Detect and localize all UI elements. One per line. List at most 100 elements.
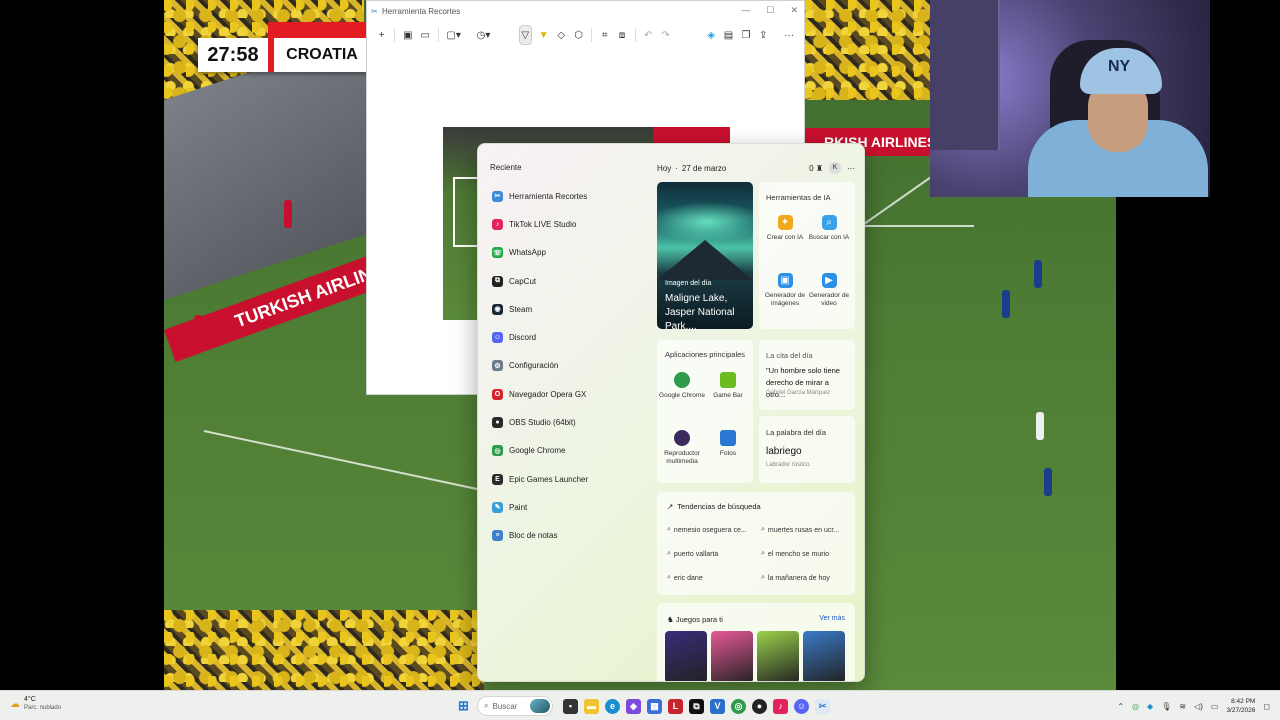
- app-l-icon[interactable]: L: [668, 698, 683, 714]
- copilot-icon[interactable]: ◈: [626, 698, 641, 714]
- aurora-graphic: [657, 202, 753, 242]
- top-app-item[interactable]: Google Chrome: [659, 372, 705, 400]
- word-of-day-card[interactable]: La palabra del día labriego Labrador rús…: [759, 416, 855, 483]
- video-mode-icon[interactable]: ▭: [421, 28, 430, 42]
- trophy-icon: ♜: [813, 163, 823, 173]
- game-tile[interactable]: [803, 631, 845, 681]
- recent-item[interactable]: E Epic Games Launcher: [492, 465, 652, 493]
- ai-tool-item[interactable]: ▶ Generador de video: [806, 273, 852, 308]
- more-options-button[interactable]: ···: [847, 164, 855, 173]
- volume-icon[interactable]: ◁): [1194, 702, 1203, 711]
- tray-app-icon[interactable]: ◆: [1147, 702, 1153, 711]
- new-snip-icon[interactable]: +: [377, 28, 386, 42]
- tiktok-icon[interactable]: ♪: [773, 698, 788, 714]
- file-explorer-icon[interactable]: ▬: [584, 698, 599, 714]
- wifi-icon[interactable]: ≋: [1179, 702, 1186, 711]
- top-app-item[interactable]: Fotos: [705, 430, 751, 458]
- see-more-link[interactable]: Ver más: [819, 615, 845, 622]
- recent-item[interactable]: O Navegador Opera GX: [492, 380, 652, 408]
- trend-item[interactable]: ⌕ puerto vallarta: [667, 546, 751, 562]
- copilot-icon[interactable]: ◈: [706, 28, 715, 42]
- ai-tool-item[interactable]: ▣ Generador de imágenes: [762, 273, 808, 308]
- game-tile[interactable]: [757, 631, 799, 681]
- recent-item[interactable]: ☺ Discord: [492, 323, 652, 351]
- webcam-overlay: NY: [930, 0, 1210, 197]
- trend-item[interactable]: ⌕ el mencho se murio: [761, 546, 845, 562]
- recent-item[interactable]: ● OBS Studio (64bit): [492, 408, 652, 436]
- top-app-item[interactable]: Game Bar: [705, 372, 751, 400]
- ai-tool-icon: ⌕: [821, 215, 837, 230]
- microphone-icon[interactable]: 🎙︎: [1161, 702, 1171, 711]
- image-of-day-card[interactable]: Imagen del día Maligne Lake, Jasper Nati…: [657, 182, 753, 329]
- player: [284, 200, 292, 228]
- recent-item-label: Herramienta Recortes: [509, 191, 588, 201]
- edge-icon[interactable]: e: [605, 698, 620, 714]
- battery-icon[interactable]: ▭: [1211, 702, 1219, 711]
- more-options-icon[interactable]: ···: [784, 28, 794, 42]
- tray-app-icon[interactable]: ◎: [1132, 702, 1139, 711]
- windows-start-icon[interactable]: ⊞: [456, 698, 471, 714]
- close-button[interactable]: ✕: [790, 5, 798, 16]
- trend-item[interactable]: ⌕ la mañanera de hoy: [761, 570, 845, 586]
- window-titlebar[interactable]: ✂ Herramienta Recortes: [367, 1, 804, 21]
- ai-tool-label: Buscar con IA: [808, 234, 850, 241]
- delay-icon[interactable]: ◷▾: [477, 28, 491, 42]
- save-icon[interactable]: ▤: [724, 28, 733, 42]
- notifications-icon[interactable]: ◻: [1263, 702, 1270, 711]
- maximize-button[interactable]: ☐: [766, 5, 774, 16]
- trend-item[interactable]: ⌕ eric dane: [667, 570, 751, 586]
- recent-item[interactable]: ◉ Steam: [492, 295, 652, 323]
- recent-item-label: TikTok LIVE Studio: [509, 219, 577, 229]
- shapes-icon[interactable]: ⬡: [574, 28, 583, 42]
- recent-item[interactable]: ♪ TikTok LIVE Studio: [492, 210, 652, 238]
- ai-tool-item[interactable]: ✦ Crear con IA: [762, 215, 808, 242]
- obs-icon[interactable]: ●: [752, 698, 767, 714]
- eraser-icon[interactable]: ◇: [556, 28, 565, 42]
- trends-header: ↗ Tendencias de búsqueda: [667, 502, 761, 511]
- taskbar-search[interactable]: ⌕ Buscar: [477, 696, 553, 716]
- discord-icon[interactable]: ☺: [794, 698, 809, 714]
- avatar[interactable]: K: [829, 162, 841, 174]
- trend-item[interactable]: ⌕ muertes rusas en ucr...: [761, 522, 845, 538]
- capcut-icon[interactable]: ⧉: [689, 698, 704, 714]
- task-view-icon[interactable]: ▪: [563, 698, 578, 714]
- recent-item[interactable]: ☏ WhatsApp: [492, 239, 652, 267]
- taskbar-clock[interactable]: 8:42 PM 3/27/2026: [1226, 697, 1255, 715]
- game-tile[interactable]: [665, 631, 707, 681]
- rewards-points[interactable]: 0 ♜: [809, 164, 823, 173]
- snip-shape-icon[interactable]: ▢▾: [446, 28, 460, 42]
- store-icon[interactable]: ▦: [647, 698, 662, 714]
- ballpoint-pen-icon[interactable]: ▽: [518, 25, 532, 45]
- undo-icon[interactable]: ↶: [643, 28, 652, 42]
- crop-icon[interactable]: ⌗: [600, 28, 609, 42]
- recent-item[interactable]: ✂ Herramienta Recortes: [492, 182, 652, 210]
- visual-studio-icon[interactable]: V: [710, 698, 725, 714]
- trend-item[interactable]: ⌕ nemesio oseguera ce...: [667, 522, 751, 538]
- scissors-icon: ✂: [371, 7, 378, 16]
- highlighter-icon[interactable]: ▼: [539, 28, 549, 42]
- weather-widget[interactable]: ☁ 4°C Parc. nublado: [10, 696, 61, 712]
- ai-tool-item[interactable]: ⌕ Buscar con IA: [806, 215, 852, 242]
- recent-item-label: Discord: [509, 333, 537, 343]
- screenshot-mode-icon[interactable]: ▣: [403, 28, 412, 42]
- quote-card[interactable]: La cita del día "Un hombre solo tiene de…: [759, 340, 855, 410]
- redo-icon[interactable]: ↷: [661, 28, 670, 42]
- snipping-tool-icon[interactable]: ✂: [815, 698, 830, 714]
- search-icon: ⌕: [667, 574, 671, 581]
- chrome-icon[interactable]: ◎: [731, 698, 746, 714]
- recent-item[interactable]: ⧉ CapCut: [492, 267, 652, 295]
- recent-item[interactable]: ✎ Paint: [492, 493, 652, 521]
- game-tile[interactable]: [711, 631, 753, 681]
- recent-item[interactable]: ◎ Google Chrome: [492, 437, 652, 465]
- share-icon[interactable]: ⇪: [759, 28, 768, 42]
- word-title: La palabra del día: [766, 428, 827, 437]
- ai-tools-card: Herramientas de IA ✦ Crear con IA ⌕ Buscar …: [759, 182, 855, 329]
- minimize-button[interactable]: —: [741, 5, 750, 16]
- copy-icon[interactable]: ❐: [741, 28, 750, 42]
- recent-item[interactable]: ≡ Bloc de notas: [492, 522, 652, 550]
- top-app-icon: [674, 430, 690, 446]
- top-app-item[interactable]: Reproductor multimedia: [659, 430, 705, 466]
- chevron-up-icon[interactable]: ⌃: [1117, 702, 1124, 711]
- recent-item[interactable]: ⚙ Configuración: [492, 352, 652, 380]
- text-actions-icon[interactable]: ⧈: [617, 28, 626, 42]
